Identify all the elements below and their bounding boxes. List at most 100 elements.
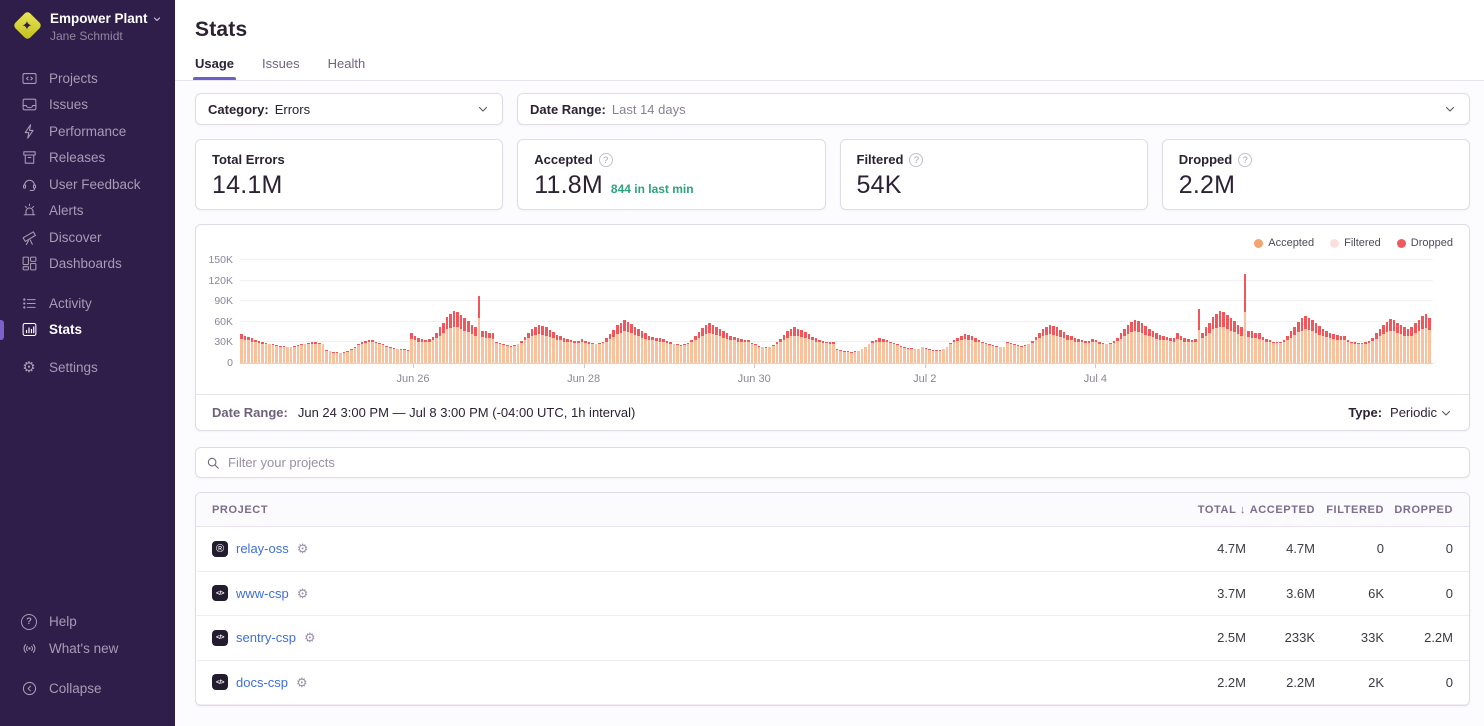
legend-label: Accepted bbox=[1268, 237, 1314, 249]
sidebar-item-dashboards[interactable]: Dashboards bbox=[0, 251, 175, 278]
cell-total: 2.2M bbox=[1170, 675, 1246, 690]
chart-plot[interactable]: Jun 26Jun 28Jun 30Jul 2Jul 4 bbox=[240, 261, 1433, 364]
stats-tabs: Usage Issues Health bbox=[195, 56, 1464, 80]
category-select[interactable]: Category: Errors bbox=[195, 93, 503, 125]
legend-dot-filtered bbox=[1330, 239, 1339, 248]
help-question-icon[interactable]: ? bbox=[599, 153, 613, 167]
page-content: Category: Errors Date Range: Last 14 day… bbox=[175, 81, 1484, 726]
chart-legend: Accepted Filtered Dropped bbox=[196, 225, 1469, 251]
column-dropped[interactable]: DROPPED bbox=[1384, 504, 1453, 516]
cell-total: 3.7M bbox=[1170, 586, 1246, 601]
help-question-icon[interactable]: ? bbox=[1238, 153, 1252, 167]
sidebar-item-alerts[interactable]: Alerts bbox=[0, 198, 175, 225]
sidebar-item-label: Releases bbox=[49, 150, 105, 165]
card-label: Total Errors bbox=[212, 152, 285, 167]
project-search-input[interactable] bbox=[228, 455, 1459, 470]
sidebar-item-user-feedback[interactable]: User Feedback bbox=[0, 171, 175, 198]
tab-health[interactable]: Health bbox=[328, 56, 366, 80]
chevron-down-icon bbox=[476, 102, 490, 116]
org-logo-spark-icon: ✦ bbox=[12, 11, 42, 41]
sidebar-item-discover[interactable]: Discover bbox=[0, 224, 175, 251]
org-switcher[interactable]: ✦ Empower Plant Jane Schmidt bbox=[0, 11, 175, 53]
card-value: 54K bbox=[857, 171, 902, 200]
project-settings-gear-icon[interactable]: ⚙ bbox=[297, 587, 309, 600]
tab-usage[interactable]: Usage bbox=[195, 56, 234, 80]
table-row: </> docs-csp ⚙ 2.2M 2.2M 2K 0 bbox=[196, 661, 1469, 706]
sidebar-nav-footer: ? Help What's new Collapse bbox=[0, 609, 175, 717]
help-question-icon[interactable]: ? bbox=[909, 153, 923, 167]
org-user: Jane Schmidt bbox=[50, 29, 162, 43]
chart-area: 030K60K90K120K150K Jun 26Jun 28Jun 30Jul… bbox=[196, 251, 1469, 364]
help-icon: ? bbox=[20, 614, 38, 630]
project-link[interactable]: www-csp bbox=[236, 586, 289, 601]
cell-filtered: 0 bbox=[1315, 541, 1384, 556]
cell-dropped: 0 bbox=[1384, 541, 1453, 556]
cell-filtered: 6K bbox=[1315, 586, 1384, 601]
date-range-select[interactable]: Date Range: Last 14 days bbox=[517, 93, 1470, 125]
project-settings-gear-icon[interactable]: ⚙ bbox=[297, 542, 309, 555]
chart-footer: Date Range: Jun 24 3:00 PM — Jul 8 3:00 … bbox=[196, 394, 1469, 430]
project-link[interactable]: docs-csp bbox=[236, 675, 288, 690]
filters-row: Category: Errors Date Range: Last 14 day… bbox=[195, 93, 1470, 125]
column-total[interactable]: TOTAL ↓ bbox=[1170, 504, 1246, 516]
sidebar-item-settings[interactable]: ⚙ Settings bbox=[0, 354, 175, 381]
sidebar-item-label: Dashboards bbox=[49, 256, 122, 271]
sidebar-item-label: Collapse bbox=[49, 681, 102, 696]
sidebar-item-issues[interactable]: Issues bbox=[0, 92, 175, 119]
project-platform-icon: ® bbox=[212, 541, 228, 557]
sidebar-item-help[interactable]: ? Help bbox=[0, 609, 175, 636]
project-settings-gear-icon[interactable]: ⚙ bbox=[304, 631, 316, 644]
sidebar-item-label: Projects bbox=[49, 71, 98, 86]
chevron-down-icon bbox=[152, 14, 162, 24]
performance-icon bbox=[20, 123, 38, 140]
cell-accepted: 4.7M bbox=[1246, 541, 1315, 556]
usage-chart-panel: Accepted Filtered Dropped 030K60K90K120K… bbox=[195, 224, 1470, 431]
column-project[interactable]: PROJECT bbox=[212, 504, 1170, 516]
sidebar-nav-primary: Projects Issues Performance Releases Use… bbox=[0, 65, 175, 277]
project-link[interactable]: sentry-csp bbox=[236, 630, 296, 645]
cell-accepted: 233K bbox=[1246, 630, 1315, 645]
sidebar-item-label: What's new bbox=[49, 641, 118, 656]
legend-item-filtered[interactable]: Filtered bbox=[1330, 237, 1381, 249]
cell-total: 2.5M bbox=[1170, 630, 1246, 645]
column-accepted[interactable]: ACCEPTED bbox=[1246, 504, 1315, 516]
sidebar-item-performance[interactable]: Performance bbox=[0, 118, 175, 145]
legend-label: Filtered bbox=[1344, 237, 1381, 249]
tab-issues[interactable]: Issues bbox=[262, 56, 300, 80]
legend-item-accepted[interactable]: Accepted bbox=[1254, 237, 1314, 249]
sidebar-item-stats[interactable]: Stats bbox=[0, 317, 175, 344]
sidebar-collapse-button[interactable]: Collapse bbox=[0, 676, 175, 703]
project-settings-gear-icon[interactable]: ⚙ bbox=[296, 676, 308, 689]
project-link[interactable]: relay-oss bbox=[236, 541, 289, 556]
sidebar-item-projects[interactable]: Projects bbox=[0, 65, 175, 92]
sidebar-item-whats-new[interactable]: What's new bbox=[0, 635, 175, 662]
category-label: Category: bbox=[208, 102, 269, 117]
date-range-label: Date Range: bbox=[530, 102, 606, 117]
chart-y-axis: 030K60K90K120K150K bbox=[200, 261, 240, 364]
sidebar-item-label: Issues bbox=[49, 97, 88, 112]
chevron-down-icon bbox=[1439, 406, 1453, 420]
chart-type-select[interactable]: Type: Periodic bbox=[1348, 405, 1453, 420]
cell-accepted: 3.6M bbox=[1246, 586, 1315, 601]
category-value: Errors bbox=[275, 102, 310, 117]
chevron-down-icon bbox=[1443, 102, 1457, 116]
chart-date-range-label: Date Range: bbox=[212, 405, 288, 420]
score-cards-row: Total Errors 14.1M Accepted ? 11.8M 844 … bbox=[195, 139, 1470, 210]
cell-filtered: 33K bbox=[1315, 630, 1384, 645]
table-header-row: PROJECT TOTAL ↓ ACCEPTED FILTERED DROPPE… bbox=[196, 493, 1469, 527]
chart-type-value: Periodic bbox=[1390, 405, 1437, 420]
user-feedback-icon bbox=[20, 176, 38, 193]
card-total-errors: Total Errors 14.1M bbox=[195, 139, 503, 210]
card-label: Filtered bbox=[857, 152, 904, 167]
projects-table: PROJECT TOTAL ↓ ACCEPTED FILTERED DROPPE… bbox=[195, 492, 1470, 706]
sidebar-item-label: Settings bbox=[49, 360, 98, 375]
column-filtered[interactable]: FILTERED bbox=[1315, 504, 1384, 516]
sidebar-item-activity[interactable]: Activity bbox=[0, 290, 175, 317]
page-title: Stats bbox=[195, 18, 1464, 42]
project-filter-row bbox=[195, 447, 1470, 478]
legend-item-dropped[interactable]: Dropped bbox=[1397, 237, 1453, 249]
app-root: ✦ Empower Plant Jane Schmidt Projects Is… bbox=[0, 0, 1484, 726]
card-dropped: Dropped ? 2.2M bbox=[1162, 139, 1470, 210]
legend-dot-accepted bbox=[1254, 239, 1263, 248]
sidebar-item-releases[interactable]: Releases bbox=[0, 145, 175, 172]
